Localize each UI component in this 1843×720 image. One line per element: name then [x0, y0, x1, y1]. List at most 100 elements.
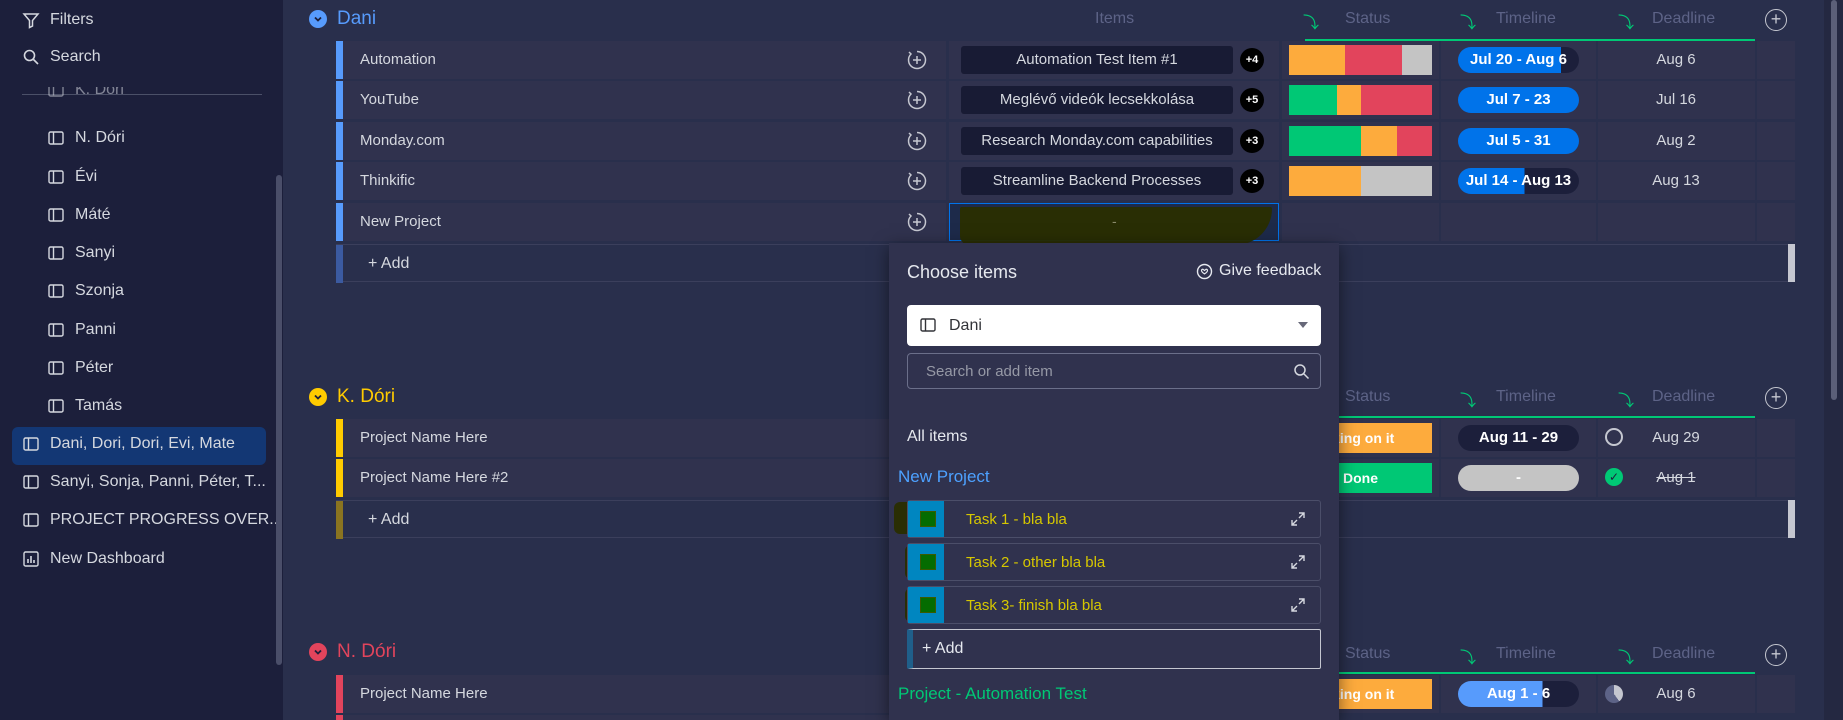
timeline-pill[interactable]: Aug 11 - 29	[1458, 425, 1579, 451]
popup-task-item[interactable]: Task 1 - bla bla	[907, 500, 1321, 538]
row-name[interactable]: Project Name Here	[360, 429, 488, 446]
popup-add-item-input[interactable]: + Add	[907, 629, 1321, 669]
collapse-chevron-icon[interactable]	[309, 10, 327, 28]
deadline-cell[interactable]	[1598, 203, 1755, 241]
sidebar-dashboard-2[interactable]: Sanyi, Sonja, Panni, Péter, T...	[22, 467, 266, 497]
sidebar-scrollbar[interactable]	[276, 175, 282, 665]
table-row[interactable]: Project Name Here	[336, 419, 946, 457]
sidebar-board-panni[interactable]: Panni	[47, 315, 116, 345]
item-count-badge[interactable]: +3	[1240, 129, 1264, 153]
table-row[interactable]: Project Name Here #2	[336, 459, 946, 497]
item-count-badge[interactable]: +5	[1240, 88, 1264, 112]
sync-icon: ⤵	[1618, 393, 1635, 410]
sidebar-board-peter[interactable]: Péter	[47, 353, 113, 383]
item-chip[interactable]: Research Monday.com capabilities	[961, 127, 1233, 155]
row-name[interactable]: New Project	[360, 213, 441, 230]
expand-icon[interactable]	[1290, 597, 1306, 613]
status-cell[interactable]	[1282, 162, 1439, 200]
collapse-chevron-icon[interactable]	[309, 643, 327, 661]
item-count-badge[interactable]: +3	[1240, 169, 1264, 193]
row-color-bar	[336, 459, 343, 497]
empty-cell	[1757, 459, 1795, 497]
add-update-icon[interactable]	[906, 170, 928, 192]
status-cell[interactable]	[1282, 122, 1439, 160]
timeline-pill[interactable]: -	[1458, 465, 1579, 491]
deadline-value[interactable]: Aug 1	[1616, 469, 1736, 486]
deadline-value[interactable]: Jul 16	[1616, 91, 1736, 108]
timeline-pill[interactable]: Jul 14 - Aug 13	[1458, 168, 1579, 194]
popup-task-item[interactable]: Task 3- finish bla bla	[907, 586, 1321, 624]
table-row[interactable]: Thinkific	[336, 162, 946, 200]
row-name[interactable]: Thinkific	[360, 172, 415, 189]
filters-label: Filters	[50, 11, 94, 28]
add-column-button[interactable]: +	[1765, 644, 1787, 666]
add-item-button[interactable]: + Add	[368, 511, 409, 529]
give-feedback-button[interactable]: Give feedback	[1196, 262, 1321, 280]
task-checkbox[interactable]	[920, 511, 936, 527]
deadline-value[interactable]: Aug 29	[1616, 429, 1736, 446]
table-row[interactable]: Monday.com	[336, 122, 946, 160]
item-search-input[interactable]: Search or add item	[907, 353, 1321, 389]
board-label: Péter	[75, 359, 114, 376]
status-cell[interactable]	[1282, 41, 1439, 79]
group-header-ndori[interactable]: N. Dóri	[309, 641, 396, 663]
group-header-dani[interactable]: Dani	[309, 8, 376, 30]
item-count-badge[interactable]: +4	[1240, 48, 1264, 72]
sidebar-board-sanyi[interactable]: Sanyi	[47, 238, 115, 268]
table-row[interactable]: Automation	[336, 41, 946, 79]
sidebar-dashboard-4[interactable]: New Dashboard	[22, 544, 165, 574]
deadline-value[interactable]: Aug 13	[1616, 172, 1736, 189]
timeline-pill[interactable]: Jul 7 - 23	[1458, 87, 1579, 113]
table-row[interactable]: New Project	[336, 203, 946, 241]
timeline-pill[interactable]: Aug 1 - 6	[1458, 681, 1579, 707]
row-name[interactable]: Project Name Here #2	[360, 469, 508, 486]
sidebar-board-mate[interactable]: Máté	[47, 200, 111, 230]
sidebar-board-tamas[interactable]: Tamás	[47, 391, 122, 421]
group-header-kdori[interactable]: K. Dóri	[309, 386, 395, 408]
table-row[interactable]: YouTube	[336, 81, 946, 119]
popup-task-item[interactable]: Task 2 - other bla bla	[907, 543, 1321, 581]
add-update-icon[interactable]	[906, 49, 928, 71]
row-name[interactable]: Automation	[360, 51, 436, 68]
item-empty-value[interactable]: -	[1112, 213, 1117, 229]
collapse-chevron-icon[interactable]	[309, 388, 327, 406]
add-update-icon[interactable]	[906, 89, 928, 111]
sidebar-board-kdori[interactable]: K. Dóri	[47, 87, 124, 103]
timeline-pill[interactable]: Jul 5 - 31	[1458, 128, 1579, 154]
search-button[interactable]: Search	[22, 43, 101, 71]
sidebar-dashboard-3[interactable]: PROJECT PROGRESS OVER...	[22, 505, 283, 535]
row-name[interactable]: Project Name Here	[360, 685, 488, 702]
sidebar-board-szonja[interactable]: Szonja	[47, 276, 124, 306]
sidebar-board-evi[interactable]: Évi	[47, 162, 97, 192]
search-icon[interactable]	[1293, 363, 1310, 380]
add-column-button[interactable]: +	[1765, 387, 1787, 409]
item-chip[interactable]: Streamline Backend Processes	[961, 167, 1233, 195]
deadline-value[interactable]: Aug 6	[1616, 685, 1736, 702]
main-scrollbar-thumb[interactable]	[1831, 0, 1837, 400]
row-name[interactable]: Monday.com	[360, 132, 445, 149]
sidebar-dashboard-1[interactable]: Dani, Dori, Dori, Evi, Mate	[22, 429, 235, 459]
status-cell[interactable]	[1282, 203, 1439, 241]
task-checkbox[interactable]	[920, 597, 936, 613]
filters-button[interactable]: Filters	[22, 6, 94, 34]
sidebar-board-ndori[interactable]: N. Dóri	[47, 123, 125, 153]
deadline-value[interactable]: Aug 2	[1616, 132, 1736, 149]
add-item-button[interactable]: + Add	[368, 255, 409, 273]
deadline-value[interactable]: Aug 6	[1616, 51, 1736, 68]
table-row[interactable]: Project Name Here	[336, 675, 946, 713]
task-checkbox[interactable]	[920, 554, 936, 570]
item-chip[interactable]: Meglévő videók lecsekkolása	[961, 86, 1233, 114]
item-chip[interactable]: Automation Test Item #1	[961, 46, 1233, 74]
board-select[interactable]: Dani	[907, 305, 1321, 346]
board-label: Szonja	[75, 282, 124, 299]
empty-cell	[1757, 203, 1795, 241]
add-update-icon[interactable]	[906, 211, 928, 233]
status-cell[interactable]	[1282, 81, 1439, 119]
expand-icon[interactable]	[1290, 554, 1306, 570]
timeline-cell[interactable]	[1441, 203, 1596, 241]
timeline-pill[interactable]: Jul 20 - Aug 6	[1458, 47, 1579, 73]
add-update-icon[interactable]	[906, 130, 928, 152]
add-column-button[interactable]: +	[1765, 9, 1787, 31]
row-name[interactable]: YouTube	[360, 91, 419, 108]
expand-icon[interactable]	[1290, 511, 1306, 527]
